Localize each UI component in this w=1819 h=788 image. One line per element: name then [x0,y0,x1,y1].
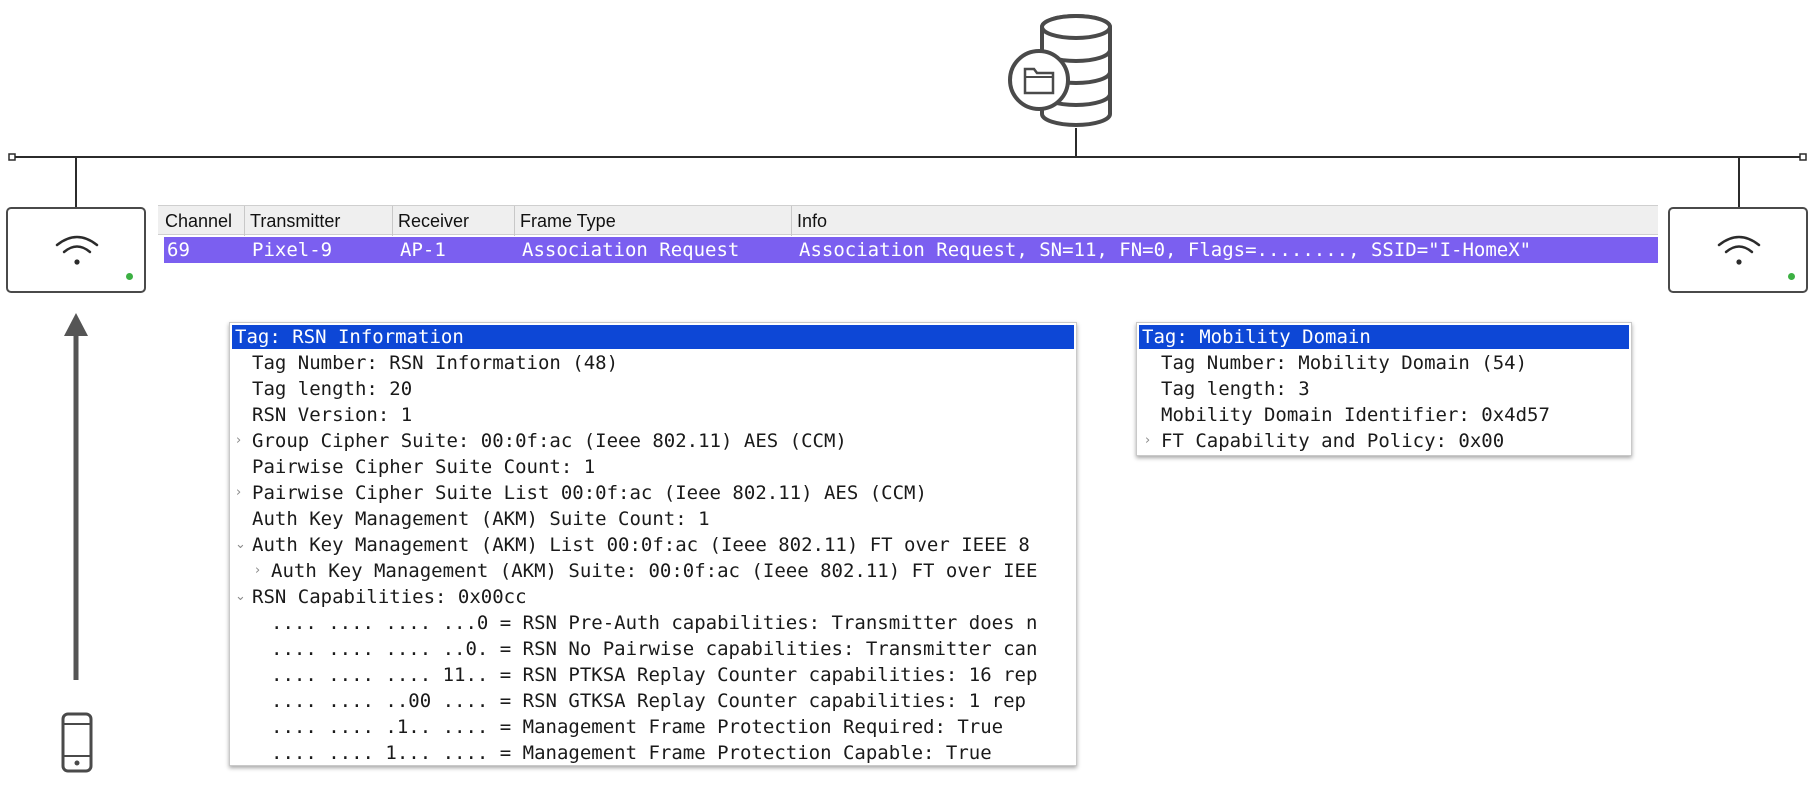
tree-item[interactable]: RSN Version: 1 [252,402,412,428]
tree-item[interactable]: Auth Key Management (AKM) Suite: 00:0f:a… [271,558,1037,584]
chevron-right-icon[interactable]: › [236,428,241,454]
tree-item[interactable]: Tag Number: RSN Information (48) [252,350,618,376]
access-point-left [6,207,146,293]
packet-list-header: Channel Transmitter Receiver Frame Type … [158,205,1658,236]
tree-item[interactable]: Group Cipher Suite: 00:0f:ac (Ieee 802.1… [252,428,847,454]
md-panel-title[interactable]: Tag: Mobility Domain [1139,325,1629,349]
arrow-up-icon [64,313,88,680]
column-header-transmitter[interactable]: Transmitter [245,206,393,236]
wifi-icon [1717,235,1761,265]
tree-item[interactable]: Tag length: 20 [252,376,412,402]
status-led [1788,273,1795,280]
packet-row-selected[interactable]: 69 Pixel-9 AP-1 Association Request Asso… [164,237,1658,263]
tree-item[interactable]: Tag Number: Mobility Domain (54) [1161,350,1527,376]
cell-transmitter: Pixel-9 [252,239,333,261]
cell-channel: 69 [167,239,190,261]
backbone-end-left [8,153,16,161]
status-led [126,273,133,280]
column-header-channel[interactable]: Channel [160,206,245,236]
tree-item[interactable]: .... .... ..00 .... = RSN GTKSA Replay C… [271,688,1026,714]
tree-item[interactable]: FT Capability and Policy: 0x00 [1161,428,1504,454]
tree-item[interactable]: Pairwise Cipher Suite Count: 1 [252,454,595,480]
wifi-icon [55,235,99,265]
cell-info: Association Request, SN=11, FN=0, Flags=… [799,239,1532,261]
tree-item[interactable]: .... .... .... ...0 = RSN Pre-Auth capab… [271,610,1037,636]
backbone-end-right [1799,153,1807,161]
tree-item[interactable]: .... .... .... ..0. = RSN No Pairwise ca… [271,636,1037,662]
column-header-receiver[interactable]: Receiver [393,206,515,236]
rsn-panel-title[interactable]: Tag: RSN Information [232,325,1074,349]
chevron-right-icon[interactable]: › [255,558,260,584]
packet-list: Channel Transmitter Receiver Frame Type … [158,205,1658,263]
chevron-down-icon[interactable]: ⌄ [235,532,246,558]
folder-icon [1008,49,1070,111]
tree-item[interactable]: Tag length: 3 [1161,376,1310,402]
chevron-right-icon[interactable]: › [236,480,241,506]
cell-receiver: AP-1 [400,239,446,261]
cell-frame-type: Association Request [522,239,740,261]
access-point-right [1668,207,1808,293]
tree-item[interactable]: RSN Capabilities: 0x00cc [252,584,527,610]
column-header-info[interactable]: Info [792,206,1658,236]
chevron-down-icon[interactable]: ⌄ [235,584,246,610]
tree-item[interactable]: Mobility Domain Identifier: 0x4d57 [1161,402,1550,428]
tree-item[interactable]: Pairwise Cipher Suite List 00:0f:ac (Iee… [252,480,927,506]
tree-item[interactable]: .... .... 1... .... = Management Frame P… [271,740,992,765]
tree-item[interactable]: .... .... .... 11.. = RSN PTKSA Replay C… [271,662,1037,688]
tree-item[interactable]: Auth Key Management (AKM) List 00:0f:ac … [252,532,1030,558]
rsn-information-panel: Tag: RSN Information Tag Number: RSN Inf… [229,322,1077,766]
phone-icon [61,712,93,773]
tree-item[interactable]: .... .... .1.. .... = Management Frame P… [271,714,1003,740]
chevron-right-icon[interactable]: › [1145,428,1150,454]
column-header-frame-type[interactable]: Frame Type [515,206,792,236]
tree-item[interactable]: Auth Key Management (AKM) Suite Count: 1 [252,506,710,532]
mobility-domain-panel: Tag: Mobility Domain Tag Number: Mobilit… [1136,322,1632,456]
